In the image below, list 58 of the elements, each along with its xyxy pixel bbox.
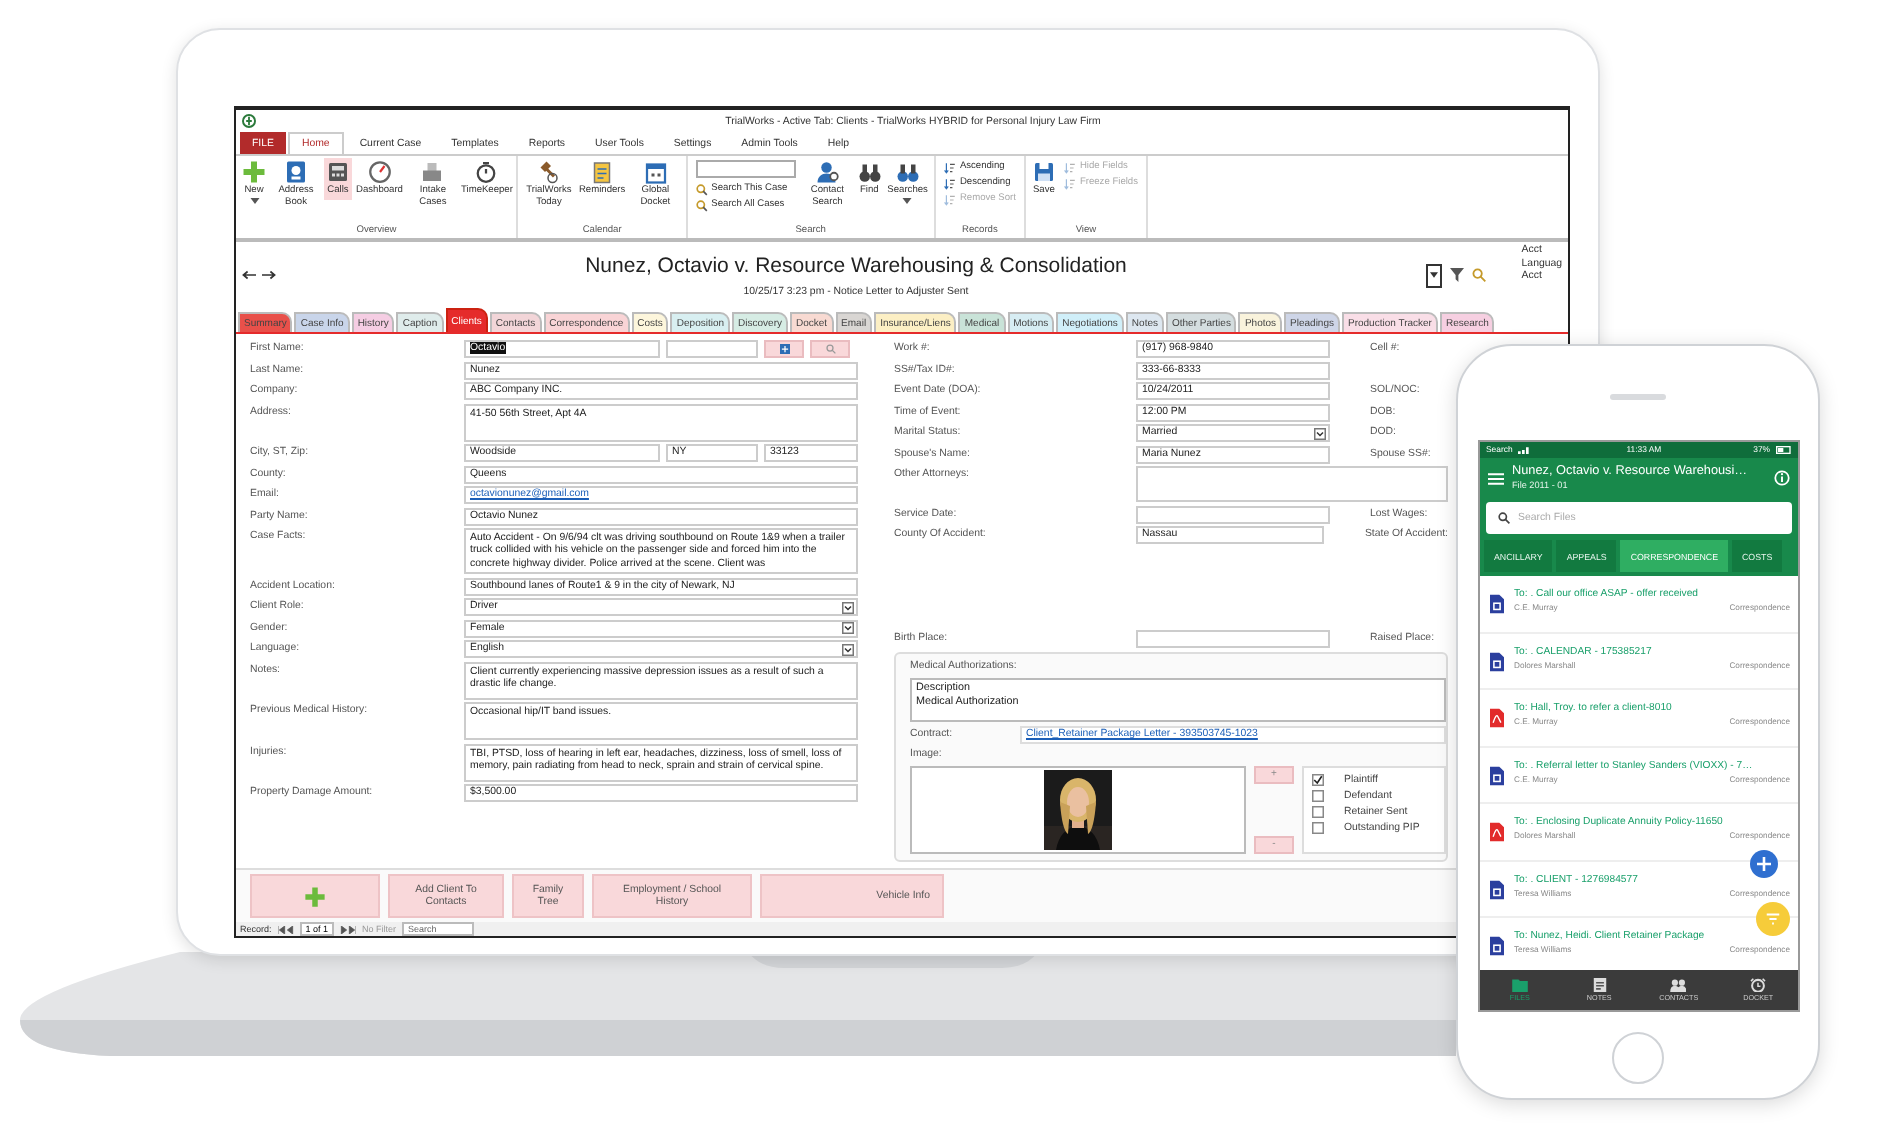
caret-icon <box>1314 427 1326 439</box>
search-icon <box>695 183 708 195</box>
next-record-icon[interactable] <box>340 925 357 933</box>
checkbox[interactable] <box>1312 790 1324 802</box>
input-field[interactable] <box>1136 505 1330 523</box>
search-field[interactable] <box>695 160 796 178</box>
search-icon <box>695 199 708 211</box>
search-icon[interactable] <box>1472 268 1486 282</box>
sort-icon <box>1063 177 1076 189</box>
checkbox[interactable] <box>1312 822 1324 834</box>
search-icon <box>1498 512 1510 524</box>
checkbox[interactable] <box>1312 806 1324 818</box>
binoculars-icon <box>895 160 920 184</box>
input-field[interactable] <box>666 340 758 358</box>
pdf-icon <box>1490 822 1504 842</box>
app-logo-icon <box>242 114 256 128</box>
caret-icon <box>842 643 854 656</box>
signal-icon <box>1518 446 1535 454</box>
telephone-icon <box>326 160 350 184</box>
battery-icon <box>1776 446 1792 454</box>
previous-record-icon[interactable] <box>277 925 294 933</box>
alarm-clock-icon <box>1750 978 1767 992</box>
menu-icon[interactable] <box>1488 471 1504 485</box>
document-icon <box>1490 879 1504 899</box>
filter-icon[interactable] <box>1450 268 1464 282</box>
caret-icon <box>842 622 854 635</box>
forward-arrow-icon[interactable] <box>262 270 276 280</box>
plus-icon <box>779 344 789 354</box>
note-icon <box>1591 978 1608 992</box>
sort-icon <box>943 177 956 189</box>
plus-icon <box>242 160 266 184</box>
checkbox[interactable] <box>1312 774 1324 786</box>
input-field[interactable] <box>1136 630 1330 648</box>
search-icon <box>825 344 835 354</box>
pdf-icon <box>1490 708 1504 728</box>
document-icon <box>1490 651 1504 671</box>
document-icon <box>1490 765 1504 785</box>
sort-icon <box>943 193 956 205</box>
sort-icon <box>1063 161 1076 173</box>
binoculars-icon <box>857 160 882 184</box>
people-icon <box>1670 978 1687 992</box>
caret-icon <box>842 601 854 614</box>
search-button[interactable] <box>810 340 850 358</box>
info-icon[interactable] <box>1774 470 1790 486</box>
folder-icon <box>1511 978 1528 992</box>
speaker-slot <box>1610 394 1666 400</box>
dropdown[interactable] <box>1426 263 1442 287</box>
gavel-icon <box>536 160 561 184</box>
add-button[interactable] <box>764 340 804 358</box>
caret-icon <box>1430 272 1438 278</box>
add-button[interactable] <box>1750 850 1778 878</box>
case-title: Nunez, Octavio v. Resource Warehousing & Consolidation <box>585 253 1127 277</box>
clipboard-icon <box>590 160 615 184</box>
document-icon <box>1490 936 1504 956</box>
document-icon <box>1490 594 1504 614</box>
back-arrow-icon[interactable] <box>242 270 256 280</box>
sort-icon <box>943 161 956 173</box>
plus-icon <box>304 885 326 907</box>
